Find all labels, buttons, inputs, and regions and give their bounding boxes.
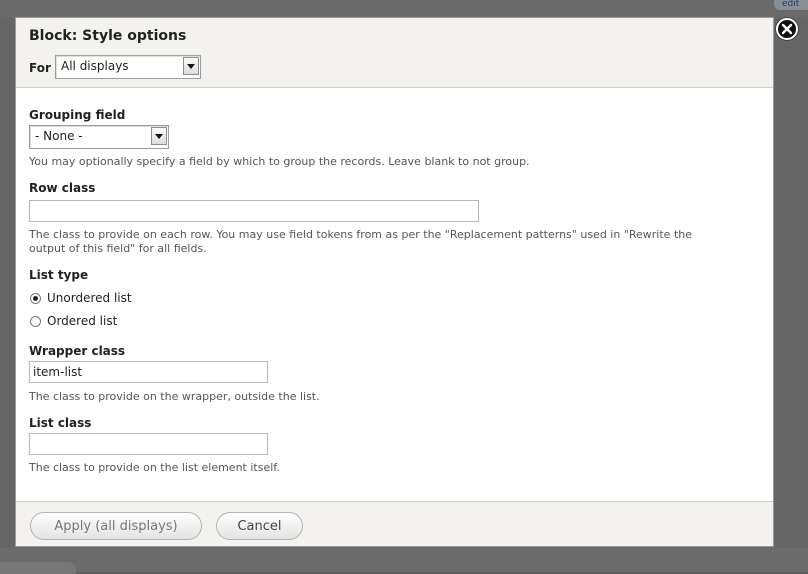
close-button[interactable] [776, 18, 798, 40]
radio-button[interactable] [30, 315, 41, 327]
background-header [0, 0, 808, 17]
radio-label: Ordered list [47, 314, 118, 328]
row-class-input[interactable] [29, 200, 479, 222]
chevron-down-icon [155, 134, 163, 139]
cancel-button[interactable]: Cancel [216, 512, 303, 540]
row-class-description-line1: The class to provide on each row. You ma… [29, 228, 692, 241]
wrapper-class-input[interactable] [29, 361, 268, 383]
grouping-field-description: You may optionally specify a field by wh… [29, 155, 530, 168]
row-class-label: Row class [29, 181, 96, 195]
grouping-field-select[interactable]: - None - [29, 125, 169, 149]
wrapper-class-label: Wrapper class [29, 344, 126, 358]
close-icon [781, 23, 793, 35]
list-class-input[interactable] [29, 433, 268, 455]
list-type-label: List type [29, 268, 89, 282]
radio-unordered-list[interactable]: Unordered list [30, 291, 132, 305]
dialog-header: Block: Style options For All displays [16, 18, 773, 88]
select-arrow-button[interactable] [151, 127, 167, 145]
radio-label: Unordered list [47, 291, 132, 305]
dialog-footer: Apply (all displays) Cancel [16, 501, 773, 546]
select-arrow-button[interactable] [183, 57, 199, 75]
radio-ordered-list[interactable]: Ordered list [30, 314, 117, 328]
background-tab [0, 562, 76, 574]
apply-button[interactable]: Apply (all displays) [30, 512, 202, 540]
for-display-select-value: All displays [61, 59, 129, 73]
background-edit-tab: edit [774, 0, 808, 10]
grouping-field-select-value: - None - [35, 129, 83, 143]
for-label: For [29, 61, 51, 75]
chevron-down-icon [187, 64, 195, 69]
grouping-field-label: Grouping field [29, 108, 126, 122]
list-class-description: The class to provide on the list element… [29, 461, 280, 474]
radio-button-checked[interactable] [30, 292, 41, 304]
dialog-title: Block: Style options [29, 28, 187, 44]
row-class-description-line2: output of this field" for all fields. [29, 242, 207, 255]
list-class-label: List class [29, 416, 92, 430]
wrapper-class-description: The class to provide on the wrapper, out… [29, 390, 320, 403]
for-display-select[interactable]: All displays [55, 55, 201, 79]
background-footer [0, 548, 808, 572]
style-options-dialog: Block: Style options For All displays Gr… [15, 17, 774, 547]
